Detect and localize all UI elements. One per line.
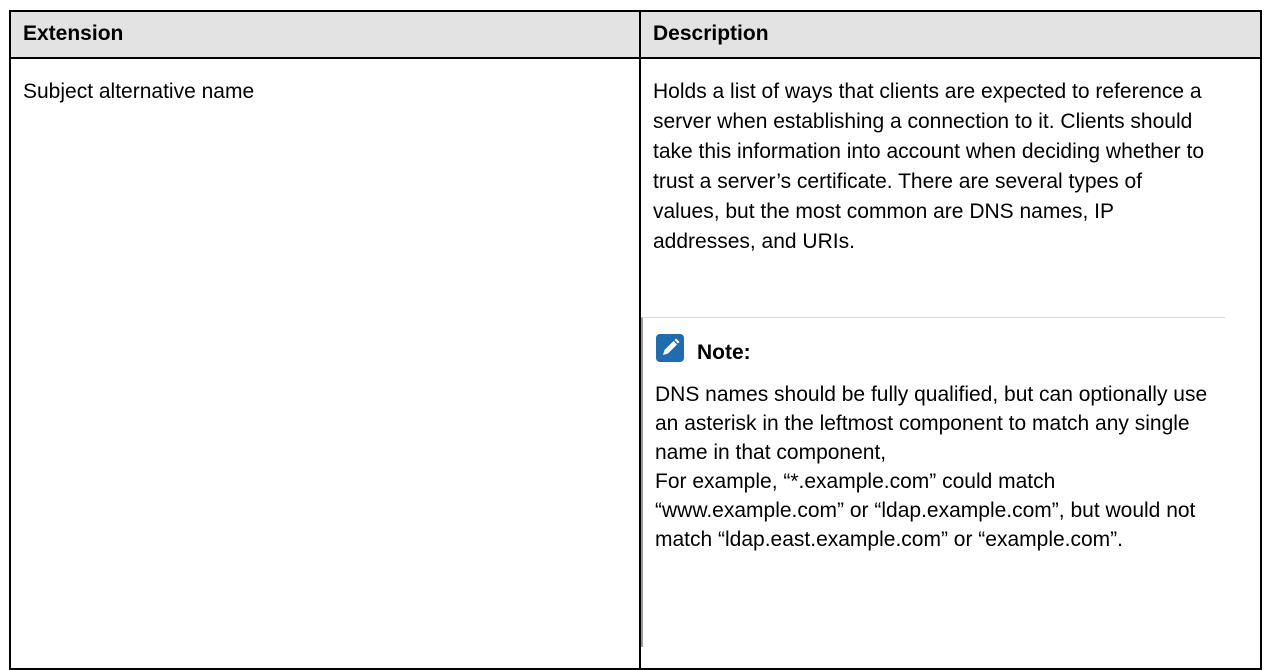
description-text: Holds a list of ways that clients are ex… bbox=[653, 80, 1204, 253]
extensions-table: Extension Description Subject alternativ… bbox=[9, 10, 1262, 670]
note-header: Note: bbox=[655, 328, 1215, 368]
description-cell: Holds a list of ways that clients are ex… bbox=[639, 57, 1262, 670]
table-header-row: Extension Description bbox=[9, 10, 1262, 59]
header-extension: Extension bbox=[9, 10, 641, 59]
note-body: DNS names should be fully qualified, but… bbox=[655, 383, 1208, 551]
extension-cell: Subject alternative name bbox=[9, 57, 641, 670]
pencil-note-icon bbox=[656, 334, 684, 362]
note-box: Note: DNS names should be fully qualifie… bbox=[641, 317, 1225, 647]
note-title: Note: bbox=[697, 341, 751, 364]
header-description: Description bbox=[639, 10, 1262, 59]
table-row: Subject alternative name Holds a list of… bbox=[9, 57, 1262, 670]
